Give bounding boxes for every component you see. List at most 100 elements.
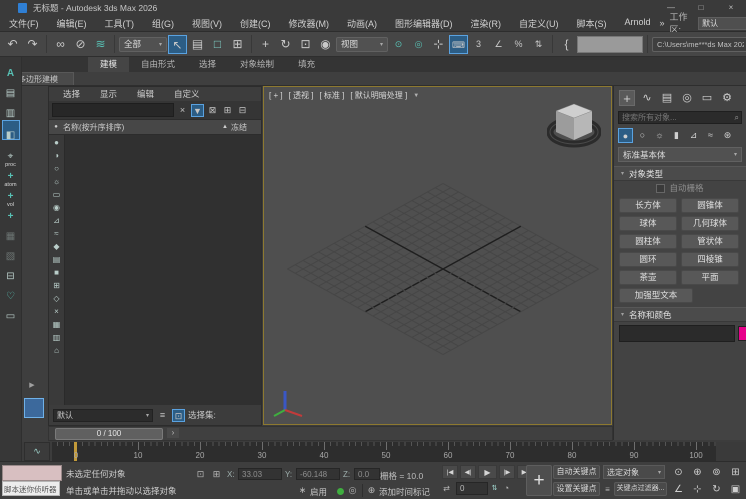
menu-item[interactable]: 图形编辑器(D) (386, 17, 462, 30)
left-toolbar-icon[interactable]: ⌖ (2, 143, 20, 160)
collapse-all-icon[interactable]: ⊟ (236, 104, 249, 117)
auto-key-button[interactable]: 自动关键点 (553, 465, 600, 479)
menu-item[interactable]: 脚本(S) (568, 17, 616, 30)
explorer-display-toggle-icon[interactable]: ▥ (51, 332, 63, 343)
frozen-column-header[interactable]: 冻结 (231, 122, 261, 133)
left-toolbar-icon[interactable]: ⊟ (2, 263, 20, 280)
use-selection-center-icon[interactable]: ◎ (409, 35, 428, 54)
space-warps-category-icon[interactable]: ≈ (703, 128, 718, 143)
primitive-button[interactable]: 四棱锥 (681, 252, 739, 267)
set-key-button[interactable]: 设置关键点 (553, 482, 600, 496)
object-name-input[interactable] (619, 325, 735, 342)
menu-item[interactable]: 动画(A) (338, 17, 386, 30)
menu-item[interactable]: 创建(C) (231, 17, 280, 30)
viewport-layout-tab[interactable] (24, 398, 44, 418)
left-toolbar-icon[interactable]: ▦ (2, 223, 20, 240)
maxscript-listener-input[interactable] (2, 465, 62, 481)
explorer-display-toggle-icon[interactable]: ⊿ (51, 215, 63, 226)
left-toolbar-icon[interactable]: atom + (2, 183, 20, 200)
menu-item[interactable]: 修改器(M) (280, 17, 339, 30)
scene-explorer-list[interactable]: ●◑○☼▭◉⊿≈◆▤■⊞◇×▦▥⌂ (49, 135, 261, 405)
key-selection-dropdown[interactable]: 选定对象 ▾ (603, 465, 665, 479)
maxscript-listener-label[interactable]: 脚本迷你侦听器 (2, 481, 60, 496)
maximize-viewport-icon[interactable]: ▣ (727, 482, 744, 497)
explorer-display-toggle-icon[interactable]: ▤ (51, 254, 63, 265)
zoom-icon[interactable]: ⊙ (670, 465, 687, 480)
menu-item[interactable]: 文件(F) (0, 17, 48, 30)
select-and-rotate-icon[interactable]: ↻ (276, 35, 295, 54)
list-view-icon[interactable]: ≡ (156, 409, 169, 422)
angle-snap-icon[interactable]: ∠ (489, 35, 508, 54)
motion-tab-icon[interactable]: ◎ (679, 90, 695, 106)
explorer-display-toggle-icon[interactable]: × (51, 306, 63, 317)
viewport-layout-flyout-icon[interactable]: ▶ (27, 381, 37, 391)
absolute-offset-toggle-icon[interactable]: ⊞ (210, 468, 223, 481)
select-by-name-icon[interactable]: ▤ (188, 35, 207, 54)
field-of-view-icon[interactable]: ∠ (670, 482, 687, 497)
primitive-button-text[interactable]: 加强型文本 (619, 288, 693, 303)
explorer-display-toggle-icon[interactable]: ☼ (51, 176, 63, 187)
explorer-search-input[interactable] (52, 103, 174, 117)
selection-filter-dropdown[interactable]: 全部 ▾ (119, 37, 167, 52)
utilities-tab-icon[interactable]: ⚙ (719, 90, 735, 106)
zoom-all-icon[interactable]: ⊕ (689, 465, 706, 480)
left-toolbar-icon[interactable]: ▤ (2, 80, 20, 97)
unlink-selection-icon[interactable]: ⊘ (71, 35, 90, 54)
object-color-swatch[interactable] (738, 326, 746, 341)
menu-item[interactable]: 自定义(U) (510, 17, 568, 30)
display-tab-icon[interactable]: ▭ (699, 90, 715, 106)
key-mode-toggle-icon[interactable]: ⇄ (440, 482, 453, 495)
shapes-category-icon[interactable]: ○ (635, 128, 650, 143)
left-toolbar-icon[interactable]: A (2, 60, 20, 77)
y-coordinate-field[interactable]: -60.148 (296, 468, 340, 480)
x-coordinate-field[interactable]: 33.03 (238, 468, 282, 480)
scene-explorer-menu-item[interactable]: 编辑 (127, 88, 164, 100)
set-keys-button[interactable]: + (526, 465, 552, 496)
name-and-color-rollout[interactable]: ▾ 名称和颜色 (614, 307, 746, 322)
time-slider-handle[interactable]: 0 / 100 (55, 428, 163, 440)
zoom-extents-all-icon[interactable]: ⊞ (727, 465, 744, 480)
menu-item[interactable]: 组(G) (143, 17, 183, 30)
rectangular-selection-region-icon[interactable]: □ (208, 35, 227, 54)
create-tab-icon[interactable]: + (619, 90, 635, 106)
viewport-filter-icon[interactable]: ▼ (413, 93, 419, 99)
redo-icon[interactable]: ↷ (23, 35, 42, 54)
play-button[interactable]: ▶ (478, 465, 497, 479)
select-and-scale-icon[interactable]: ⊡ (296, 35, 315, 54)
next-frame-nub[interactable]: › (167, 428, 179, 438)
left-toolbar-icon[interactable]: ▥ (2, 100, 20, 117)
ribbon-tab[interactable]: 自由形式 (129, 57, 187, 72)
z-coordinate-field[interactable]: 0.0 (354, 468, 380, 480)
modify-tab-icon[interactable]: ∿ (639, 90, 655, 106)
primitive-type-dropdown[interactable]: 标准基本体 ▾ (618, 147, 742, 162)
explorer-display-toggle-icon[interactable]: ◇ (51, 293, 63, 304)
ribbon-tab[interactable]: 对象绘制 (228, 57, 286, 72)
lights-category-icon[interactable]: ☼ (652, 128, 667, 143)
explorer-display-toggle-icon[interactable]: ■ (51, 267, 63, 278)
snaps-toggle-icon[interactable]: 3 (469, 35, 488, 54)
percent-snap-icon[interactable]: % (509, 35, 528, 54)
ribbon-tab[interactable]: 建模 (88, 57, 129, 72)
bind-to-space-warp-icon[interactable]: ≋ (91, 35, 110, 54)
select-object-icon[interactable]: ↖ (168, 35, 187, 54)
time-configuration-icon[interactable]: ◔ (500, 482, 513, 495)
next-frame-button[interactable]: |▶ (499, 465, 515, 479)
explorer-preset-dropdown[interactable]: 默认 ▾ (53, 409, 153, 422)
use-pivot-center-icon[interactable]: ⊙ (389, 35, 408, 54)
scene-explorer-menu-item[interactable]: 显示 (90, 88, 127, 100)
explorer-display-toggle-icon[interactable]: ⊞ (51, 280, 63, 291)
helpers-category-icon[interactable]: ⊿ (686, 128, 701, 143)
keyboard-shortcut-override-icon[interactable]: ⌨ (449, 35, 468, 54)
object-type-rollout[interactable]: ▾ 对象类型 (614, 166, 746, 181)
autobackup-pause-icon[interactable]: ◎ (346, 484, 359, 497)
view-cube[interactable] (547, 97, 601, 149)
ribbon-tab[interactable]: 填充 (286, 57, 327, 72)
left-toolbar-icon[interactable]: vol + (2, 203, 20, 220)
window-crossing-icon[interactable]: ⊞ (228, 35, 247, 54)
scene-explorer-menu-item[interactable]: 自定义 (164, 88, 210, 100)
lock-explorer-icon[interactable]: ⊠ (206, 104, 219, 117)
explorer-display-toggle-icon[interactable]: ▭ (51, 189, 63, 200)
explorer-display-toggle-icon[interactable]: ⌂ (51, 345, 63, 356)
hierarchy-tab-icon[interactable]: ▤ (659, 90, 675, 106)
cameras-category-icon[interactable]: ▮ (669, 128, 684, 143)
